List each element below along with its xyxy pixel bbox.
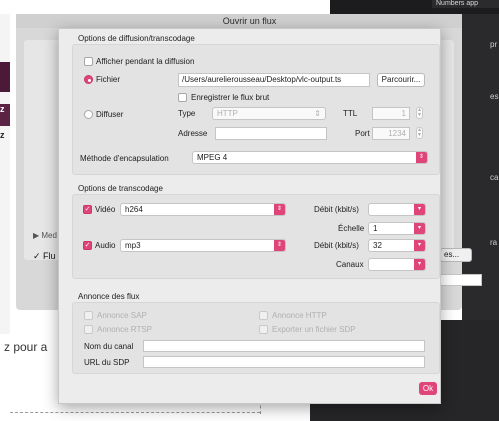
file-path-field[interactable]: /Users/aurelierousseau/Desktop/vlc-outpu… [178,73,370,87]
background-text: ca [490,173,499,182]
stream-checkbox[interactable]: ✓ Flu [33,251,56,262]
port-label: Port [355,129,370,138]
transcodage-section-title: Options de transcodage [78,184,163,193]
echelle-combo[interactable]: 1 ▾ [368,222,426,235]
audio-debit-combo[interactable]: 32 ▾ [368,239,426,252]
background-text: pr [490,40,498,49]
sap-label: Annonce SAP [97,311,147,320]
fichier-radio[interactable] [84,75,93,84]
annonce-section-title: Annonce des flux [78,292,140,301]
sdp-export-checkbox[interactable] [259,325,268,334]
updown-chevron-icon: ⇕ [416,152,427,163]
media-disclosure-label: Med [41,231,57,240]
echelle-label: Échelle [338,224,365,233]
enregistrer-label: Enregistrer le flux brut [191,93,270,102]
type-select-value: HTTP [217,109,238,118]
encapsulation-select[interactable]: MPEG 4 ⇕ [192,151,428,164]
chevron-down-icon: ▾ [414,259,425,270]
ttl-label: TTL [343,109,358,118]
port-field[interactable]: 1234 [372,127,410,140]
address-field[interactable] [215,127,327,140]
type-select[interactable]: HTTP ⇕ [212,107,326,120]
updown-chevron-icon: ⇕ [274,204,285,215]
video-debit-label: Débit (kbit/s) [314,205,359,214]
background-text: ra [490,238,498,247]
video-debit-combo[interactable]: ▾ [368,203,426,216]
settings-button[interactable]: es... [440,248,472,262]
nom-canal-label: Nom du canal [84,342,134,351]
http-announce-label: Annonce HTTP [272,311,327,320]
dialog-title: Ouvrir un flux [222,16,277,26]
video-label: Vidéo [95,205,116,214]
background-dashed-line [10,412,260,413]
diffuser-label: Diffuser [96,110,124,119]
sap-checkbox[interactable] [84,311,93,320]
video-codec-select[interactable]: h264 ⇕ [120,203,286,216]
echelle-value: 1 [373,224,378,233]
ttl-stepper[interactable]: ▲ ▼ [416,107,423,119]
browse-button[interactable]: Parcourir... [377,73,425,87]
enregistrer-checkbox[interactable] [178,93,187,102]
encapsulation-value: MPEG 4 [197,153,228,162]
background-document-text: z pour a [4,340,48,354]
ok-button[interactable]: Ok [419,382,437,395]
audio-codec-value: mp3 [125,241,141,250]
type-label: Type [178,109,196,118]
port-stepper[interactable]: ▲ ▼ [416,127,423,139]
sdp-url-field[interactable] [143,356,425,368]
audio-label: Audio [95,241,116,250]
channel-name-field[interactable] [143,340,425,352]
rtsp-checkbox[interactable] [84,325,93,334]
audio-codec-select[interactable]: mp3 ⇕ [120,239,286,252]
adresse-label: Adresse [178,129,208,138]
video-codec-value: h264 [125,205,143,214]
chevron-down-icon: ▾ [414,240,425,251]
chevron-down-icon: ▾ [414,223,425,234]
rtsp-label: Annonce RTSP [97,325,152,334]
http-announce-checkbox[interactable] [259,311,268,320]
background-text: z [0,104,5,114]
stream-checkbox-label: Flu [43,251,56,261]
ttl-field[interactable]: 1 [372,107,410,120]
background-left-band [0,62,10,92]
updown-chevron-icon: ⇕ [274,240,285,251]
sdp-export-label: Exporter un fichier SDP [272,325,356,334]
canaux-combo[interactable]: ▾ [368,258,426,271]
fichier-label: Fichier [96,75,121,84]
audio-checkbox[interactable]: ✓ [83,241,92,250]
diffusion-section-title: Options de diffusion/transcodage [78,34,195,43]
background-text: z [0,130,5,140]
url-sdp-label: URL du SDP [84,358,130,367]
background-text: es [490,92,499,101]
encapsulation-label: Méthode d'encapsulation [80,154,169,163]
numbers-app-label: Numbers app [432,0,499,8]
underlying-text-field[interactable] [440,274,482,286]
audio-debit-label: Débit (kbit/s) [314,241,359,250]
video-checkbox[interactable]: ✓ [83,205,92,214]
canaux-label: Canaux [336,260,364,269]
media-disclosure[interactable]: ▶ Med [33,231,57,240]
diffuser-radio[interactable] [84,110,93,119]
updown-chevron-icon: ⇕ [314,109,321,118]
chevron-down-icon: ▾ [414,204,425,215]
afficher-checkbox[interactable] [84,57,93,66]
audio-debit-value: 32 [373,241,382,250]
afficher-label: Afficher pendant la diffusion [96,57,195,66]
